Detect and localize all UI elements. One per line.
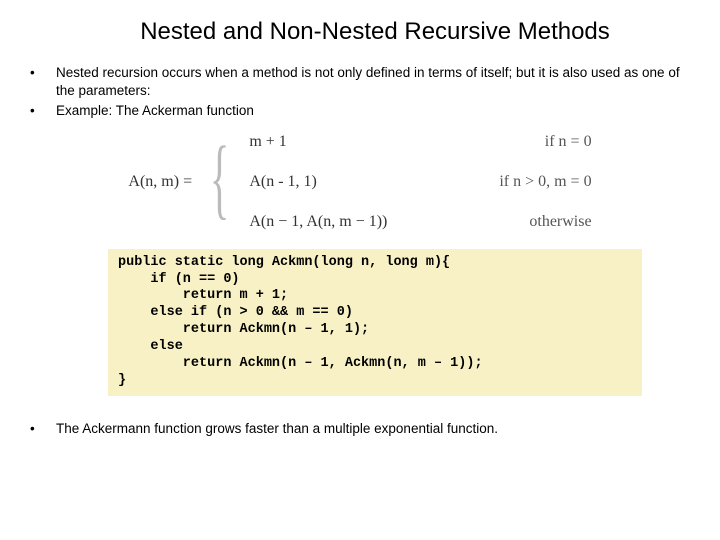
case-cond: if n > 0, m = 0 <box>499 173 591 191</box>
bullet-item: • Example: The Ackerman function <box>28 102 692 120</box>
bullet-text: Example: The Ackerman function <box>56 102 692 120</box>
case-row: A(n − 1, A(n, m − 1)) otherwise <box>249 213 591 231</box>
case-row: m + 1 if n = 0 <box>249 133 591 151</box>
slide-title: Nested and Non-Nested Recursive Methods <box>58 18 692 46</box>
code-block: public static long Ackmn(long n, long m)… <box>108 249 642 396</box>
case-row: A(n - 1, 1) if n > 0, m = 0 <box>249 173 591 191</box>
case-cond: if n = 0 <box>545 133 592 151</box>
formula-cases: m + 1 if n = 0 A(n - 1, 1) if n > 0, m =… <box>249 133 591 231</box>
bullet-dot: • <box>28 102 56 120</box>
bullet-text: Nested recursion occurs when a method is… <box>56 64 692 100</box>
intro-bullets: • Nested recursion occurs when a method … <box>28 64 692 121</box>
ackermann-formula: A(n, m) = { m + 1 if n = 0 A(n - 1, 1) i… <box>28 133 692 231</box>
case-cond: otherwise <box>529 213 591 231</box>
case-expr: m + 1 <box>249 133 449 151</box>
bullet-dot: • <box>28 64 56 100</box>
bullet-text: The Ackermann function grows faster than… <box>56 420 692 438</box>
case-expr: A(n − 1, A(n, m − 1)) <box>249 213 449 231</box>
formula-lhs: A(n, m) = <box>128 173 192 191</box>
bullet-item: • Nested recursion occurs when a method … <box>28 64 692 100</box>
case-expr: A(n - 1, 1) <box>249 173 449 191</box>
bullet-item: • The Ackermann function grows faster th… <box>28 420 692 438</box>
brace-icon: { <box>210 141 229 218</box>
conclusion-bullets: • The Ackermann function grows faster th… <box>28 420 692 438</box>
bullet-dot: • <box>28 420 56 438</box>
